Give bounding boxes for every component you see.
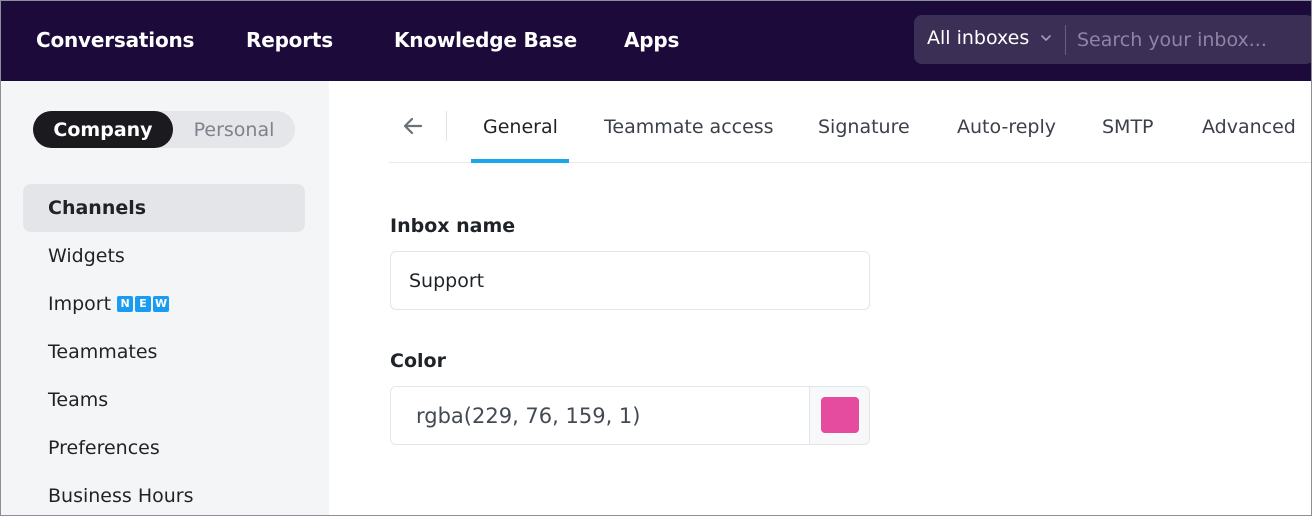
nav-reports[interactable]: Reports	[246, 28, 333, 52]
inbox-search-bar: All inboxes	[914, 15, 1311, 64]
company-toggle-button[interactable]: Company	[33, 111, 173, 148]
color-swatch	[821, 397, 859, 433]
inbox-selector-label: All inboxes	[927, 27, 1030, 49]
arrow-left-icon[interactable]	[401, 114, 425, 138]
inbox-selector[interactable]: All inboxes	[927, 27, 1053, 49]
tab-divider	[446, 111, 447, 141]
sidebar-item-teams[interactable]: Teams	[23, 376, 305, 424]
tab-advanced[interactable]: Advanced	[1202, 116, 1296, 138]
color-label: Color	[390, 350, 446, 372]
color-field	[390, 386, 870, 445]
sidebar-item-teammates[interactable]: Teammates	[23, 328, 305, 376]
inbox-name-label: Inbox name	[390, 215, 516, 237]
sidebar-item-label: Teams	[48, 389, 109, 411]
sidebar-item-label: Channels	[48, 197, 147, 219]
nav-apps[interactable]: Apps	[624, 28, 679, 52]
top-navigation: Conversations Reports Knowledge Base App…	[1, 1, 1311, 81]
settings-sidebar: Company Personal Channels Widgets Import…	[1, 81, 329, 515]
sidebar-item-import[interactable]: Import N E W	[23, 280, 305, 328]
nav-knowledge-base[interactable]: Knowledge Base	[394, 28, 577, 52]
new-badge: N E W	[117, 296, 170, 312]
scope-toggle: Company Personal	[33, 111, 295, 148]
chevron-down-icon	[1041, 35, 1052, 41]
tab-auto-reply[interactable]: Auto-reply	[957, 116, 1056, 138]
nav-conversations[interactable]: Conversations	[36, 28, 194, 52]
search-input[interactable]	[1077, 15, 1307, 64]
sidebar-item-label: Teammates	[48, 341, 158, 363]
search-divider	[1065, 25, 1066, 55]
personal-toggle-button[interactable]: Personal	[173, 111, 295, 148]
color-picker-button[interactable]	[809, 387, 869, 444]
inbox-name-field[interactable]	[390, 251, 870, 310]
active-tab-indicator	[471, 159, 569, 163]
sidebar-item-channels[interactable]: Channels	[23, 184, 305, 232]
tab-signature[interactable]: Signature	[818, 116, 910, 138]
sidebar-item-label: Widgets	[48, 245, 125, 267]
tab-smtp[interactable]: SMTP	[1102, 116, 1154, 138]
sidebar-item-widgets[interactable]: Widgets	[23, 232, 305, 280]
new-badge-letter: E	[135, 296, 152, 312]
new-badge-letter: W	[153, 296, 170, 312]
sidebar-item-preferences[interactable]: Preferences	[23, 424, 305, 472]
sidebar-item-label: Business Hours	[48, 485, 194, 507]
color-value-input[interactable]	[391, 387, 809, 444]
settings-tabs: General Teammate access Signature Auto-r…	[389, 81, 1311, 163]
sidebar-item-business-hours[interactable]: Business Hours	[23, 472, 305, 515]
sidebar-item-label: Preferences	[48, 437, 160, 459]
tab-general[interactable]: General	[483, 116, 558, 138]
new-badge-letter: N	[117, 296, 134, 312]
tab-teammate-access[interactable]: Teammate access	[604, 116, 774, 138]
sidebar-item-label: Import	[48, 293, 112, 315]
app-window: Conversations Reports Knowledge Base App…	[0, 0, 1312, 516]
